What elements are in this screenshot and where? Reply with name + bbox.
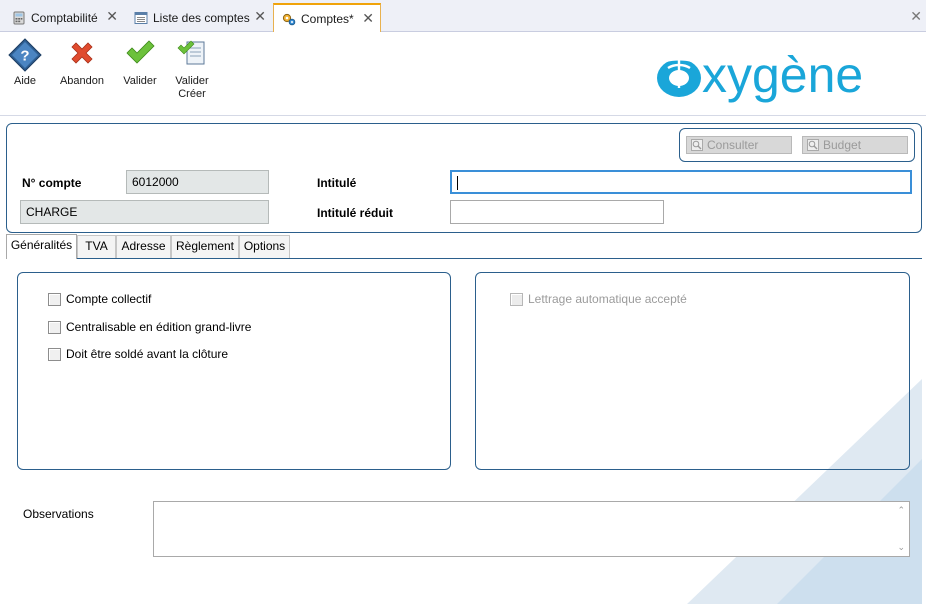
intitule-reduit-input[interactable]: [450, 200, 664, 224]
action-toolbar: ? Aide Abandon Valider Valider Créer xyg…: [0, 32, 926, 116]
abandon-button[interactable]: Abandon: [54, 38, 110, 88]
tab-options[interactable]: Options: [239, 235, 290, 259]
document-tab-strip: Comptabilité ✕ Liste des comptes ✕ Compt…: [0, 0, 926, 32]
lettrage-automatique-checkbox: Lettrage automatique accepté: [510, 292, 687, 306]
valider-button[interactable]: Valider: [112, 38, 168, 88]
gears-icon: [282, 12, 296, 26]
num-compte-label: N° compte: [22, 176, 82, 190]
tab-comptes[interactable]: Comptes* ✕: [273, 3, 381, 32]
tab-generalites[interactable]: Généralités: [6, 234, 77, 259]
magnifier-icon: [807, 139, 819, 151]
list-window-icon: [134, 11, 148, 25]
tab-comptabilite[interactable]: Comptabilité ✕: [4, 3, 124, 32]
compte-collectif-checkbox[interactable]: Compte collectif: [48, 292, 151, 306]
tab-comptabilite-label: Comptabilité: [31, 10, 98, 25]
tab-tva[interactable]: TVA: [77, 235, 116, 259]
calculator-icon: [12, 11, 26, 25]
intitule-reduit-label: Intitulé réduit: [317, 206, 393, 220]
header-button-group: Consulter Budget: [679, 128, 915, 162]
observations-textarea[interactable]: ⌃ ⌄: [153, 501, 910, 557]
text-caret: [457, 175, 458, 190]
generalites-panel: Compte collectif Centralisable en éditio…: [6, 258, 922, 604]
consulter-label: Consulter: [707, 138, 759, 152]
svg-text:?: ?: [20, 48, 29, 65]
account-type-field[interactable]: CHARGE: [20, 200, 269, 224]
abandon-label: Abandon: [59, 75, 105, 87]
close-all-icon[interactable]: ✕: [910, 8, 922, 25]
document-check-icon: [177, 40, 205, 65]
magnifier-icon: [691, 139, 703, 151]
tab-liste-des-comptes[interactable]: Liste des comptes ✕: [126, 3, 272, 32]
compte-collectif-label: Compte collectif: [66, 292, 152, 306]
num-compte-field[interactable]: 6012000: [126, 170, 269, 194]
account-header-panel: Consulter Budget N° compte 6012000 CHARG…: [6, 123, 922, 233]
budget-label: Budget: [823, 138, 862, 152]
tab-comptes-label: Comptes*: [301, 11, 354, 26]
checkbox-box[interactable]: [48, 320, 61, 334]
checkbox-box: [510, 292, 523, 306]
help-diamond-icon: ?: [8, 38, 42, 72]
centralisable-checkbox[interactable]: Centralisable en édition grand-livre: [48, 320, 251, 334]
intitule-input[interactable]: [450, 170, 912, 194]
oxygene-logo: xygène: [657, 47, 863, 103]
observations-label: Observations: [23, 507, 94, 521]
check-icon: [126, 40, 155, 64]
checkbox-box[interactable]: [48, 292, 61, 306]
aide-button[interactable]: ? Aide: [0, 38, 53, 88]
solde-avant-cloture-checkbox[interactable]: Doit être soldé avant la clôture: [48, 347, 228, 361]
scroll-up-icon[interactable]: ⌃: [897, 505, 905, 516]
consulter-button[interactable]: Consulter: [686, 136, 792, 154]
valider-label: Valider: [123, 75, 157, 87]
solde-avant-cloture-label: Doit être soldé avant la clôture: [66, 347, 229, 361]
centralisable-label: Centralisable en édition grand-livre: [66, 320, 252, 334]
intitule-label: Intitulé: [317, 176, 357, 190]
tab-reglement[interactable]: Règlement: [171, 235, 239, 259]
budget-button[interactable]: Budget: [802, 136, 908, 154]
tab-liste-des-comptes-label: Liste des comptes: [153, 10, 250, 25]
valider-creer-button[interactable]: Valider Créer: [164, 38, 220, 101]
aide-label: Aide: [13, 75, 37, 87]
cancel-x-icon: [71, 42, 93, 64]
scroll-down-icon[interactable]: ⌄: [897, 542, 905, 553]
palm-icon: [657, 57, 701, 97]
lettrage-automatique-label: Lettrage automatique accepté: [528, 292, 687, 306]
valider-creer-label-line1: Valider: [175, 75, 209, 87]
tab-comptabilite-close-icon[interactable]: ✕: [106, 9, 118, 23]
tab-liste-des-comptes-close-icon[interactable]: ✕: [254, 9, 266, 23]
valider-creer-label-line2: Créer: [178, 88, 206, 100]
tab-comptes-close-icon[interactable]: ✕: [362, 11, 374, 25]
logo-text: xygène: [702, 47, 863, 103]
tab-adresse[interactable]: Adresse: [116, 235, 171, 259]
checkbox-box[interactable]: [48, 347, 61, 361]
